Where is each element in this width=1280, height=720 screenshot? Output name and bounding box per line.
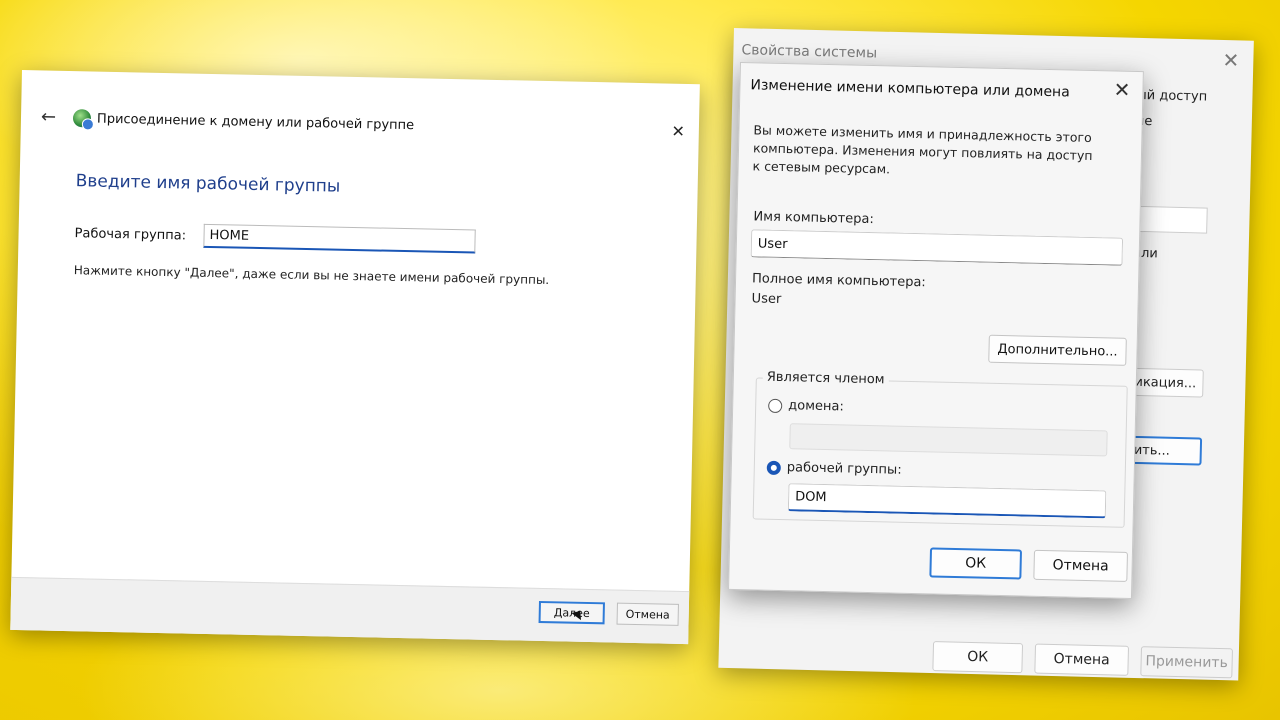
join-domain-wizard-window: ← Присоединение к домену или рабочей гру… [10, 70, 700, 645]
domain-input[interactable] [789, 423, 1108, 457]
more-button[interactable]: Дополнительно... [988, 334, 1127, 366]
workgroup-radio-label[interactable]: рабочей группы: [787, 460, 902, 478]
domain-radio-label[interactable]: домена: [788, 398, 844, 414]
workgroup-input[interactable] [203, 223, 476, 254]
apply-button[interactable]: Применить [1140, 646, 1233, 679]
full-name-label: Полное имя компьютера: [751, 271, 926, 291]
member-of-legend: Является членом [762, 369, 889, 388]
system-properties-title: Свойства системы [741, 42, 878, 62]
wizard-hint-text: Нажмите кнопку "Далее", даже если вы не … [73, 263, 550, 288]
workgroup-radio[interactable] [766, 460, 781, 476]
close-icon[interactable]: ✕ [671, 122, 685, 141]
change-button-fragment[interactable]: ить... [1127, 435, 1203, 466]
cancel-button[interactable]: Отмена [616, 602, 679, 626]
full-name-value: User [751, 291, 782, 307]
member-of-group: Является членом домена: рабочей группы: [752, 369, 1128, 528]
back-arrow-icon[interactable]: ← [41, 106, 57, 127]
cancel-button[interactable]: Отмена [1034, 643, 1130, 676]
computer-name-label: Имя компьютера: [753, 209, 875, 228]
wizard-title: Присоединение к домену или рабочей групп… [96, 111, 415, 134]
change-computer-name-dialog: Изменение имени компьютера или домена ✕ … [728, 62, 1144, 600]
ok-button[interactable]: ОК [932, 641, 1024, 674]
network-globe-icon [72, 109, 92, 128]
description-field-fragment[interactable] [1133, 205, 1208, 234]
domain-radio[interactable] [768, 398, 783, 414]
dialog-description: Вы можете изменить имя и принадлежность … [752, 122, 1093, 177]
ok-button[interactable]: ОК [929, 547, 1023, 580]
cancel-button[interactable]: Отмена [1033, 549, 1128, 582]
tab-remote-access-fragment[interactable]: ый доступ [1136, 88, 1207, 105]
close-icon[interactable]: ✕ [1222, 48, 1239, 72]
identification-button-fragment[interactable]: икация... [1129, 367, 1204, 398]
wizard-heading: Введите имя рабочей группы [75, 171, 341, 197]
workgroup-name-input[interactable] [787, 483, 1107, 519]
computer-name-input[interactable] [750, 229, 1124, 266]
workgroup-label: Рабочая группа: [74, 226, 187, 244]
dialog-title: Изменение имени компьютера или домена [750, 77, 1070, 101]
close-icon[interactable]: ✕ [1113, 77, 1130, 101]
